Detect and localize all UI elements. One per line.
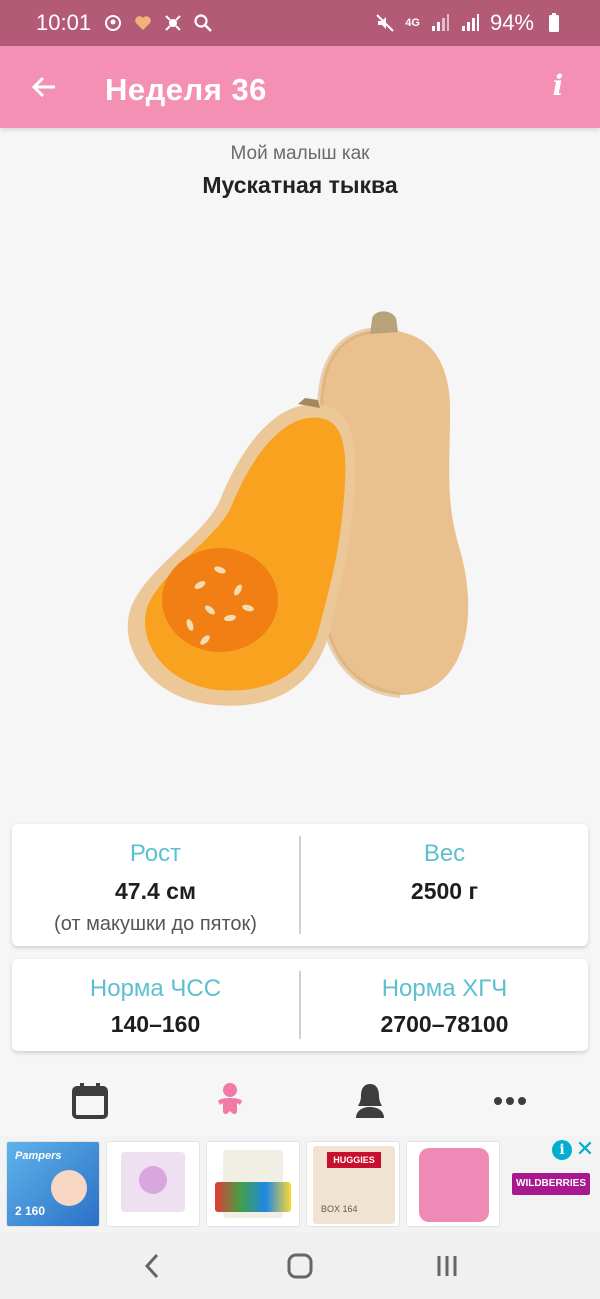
back-arrow-icon [31, 76, 55, 98]
weight-value: 2500 г [410, 878, 479, 904]
weight-label: Вес [423, 840, 466, 867]
network-4g-label: 4G [405, 17, 420, 29]
search-icon [193, 13, 213, 33]
chevron-left-icon [145, 1253, 159, 1278]
ad-brand-label[interactable]: WILDBERRIES [512, 1173, 590, 1195]
ad-close-button[interactable]: ✕ [574, 1138, 596, 1160]
nav-mother[interactable] [340, 1071, 400, 1131]
baby-icon [218, 1083, 242, 1115]
more-icon [494, 1097, 526, 1105]
system-back-button[interactable] [128, 1241, 178, 1291]
fruit-name: Мускатная тыква [202, 172, 398, 198]
system-navigation [0, 1232, 600, 1299]
nav-more[interactable] [480, 1071, 540, 1131]
hcg-value: 2700–78100 [380, 1011, 509, 1037]
heart-icon [133, 13, 153, 33]
norms-card: Норма ЧСС 140–160 Норма ХГЧ 2700–78100 [12, 959, 588, 1051]
height-label: Рост [129, 840, 182, 867]
heart-rate-stat: Норма ЧСС 140–160 [12, 959, 299, 1051]
signal-icon [430, 13, 450, 33]
system-home-button[interactable] [275, 1241, 325, 1291]
back-button[interactable] [22, 65, 66, 109]
heart-rate-label: Норма ЧСС [89, 975, 222, 1002]
info-button[interactable]: i [540, 68, 576, 104]
height-value: 47.4 см [115, 878, 196, 904]
height-note: (от макушки до пяток) [54, 913, 257, 935]
ad-product-note: 2 160 [15, 1204, 46, 1218]
home-icon [287, 1253, 313, 1278]
bottom-navigation [0, 1070, 600, 1132]
system-recents-button[interactable] [422, 1241, 472, 1291]
battery-icon [544, 13, 564, 33]
hcg-stat: Норма ХГЧ 2700–78100 [301, 959, 588, 1051]
height-stat: Рост 47.4 см (от макушки до пяток) [12, 824, 299, 946]
signal-icon [460, 13, 480, 33]
weight-stat: Вес 2500 г [301, 824, 588, 946]
ad-banner: Pampers 2 160 HUGGIES BOX 164 [0, 1136, 600, 1232]
mute-icon [375, 13, 395, 33]
status-bar: 10:01 4G 94% [0, 0, 600, 46]
ad-product-label: HUGGIES [327, 1152, 381, 1168]
baby-notification-icon [103, 13, 123, 33]
mother-icon [356, 1084, 384, 1118]
comparison-subtitle: Мой малыш как [230, 143, 370, 164]
battery-level: 94% [489, 10, 534, 35]
app-bar: Неделя 36 i [0, 46, 600, 128]
nav-baby[interactable] [200, 1071, 260, 1131]
gear-bug-icon [163, 13, 183, 33]
ad-product-toy[interactable] [106, 1141, 200, 1227]
ad-product-label: Pampers [15, 1150, 62, 1162]
ad-product-puzzle[interactable] [206, 1141, 300, 1227]
recents-icon [437, 1255, 457, 1276]
ad-product-note: BOX 164 [321, 1204, 358, 1214]
page-title: Неделя 36 [105, 72, 267, 107]
hcg-label: Норма ХГЧ [381, 975, 508, 1002]
nav-calendar[interactable] [60, 1071, 120, 1131]
status-time: 10:01 [36, 10, 92, 35]
calendar-icon [72, 1083, 108, 1119]
growth-card: Рост 47.4 см (от макушки до пяток) Вес 2… [12, 824, 588, 946]
ad-product-pampers[interactable]: Pampers 2 160 [6, 1141, 100, 1227]
butternut-squash-illustration [127, 311, 469, 706]
ad-product-huggies[interactable]: HUGGIES BOX 164 [306, 1141, 400, 1227]
ad-info-icon[interactable]: i [552, 1140, 572, 1160]
heart-rate-value: 140–160 [110, 1011, 201, 1037]
ad-product-diaper[interactable] [406, 1141, 500, 1227]
